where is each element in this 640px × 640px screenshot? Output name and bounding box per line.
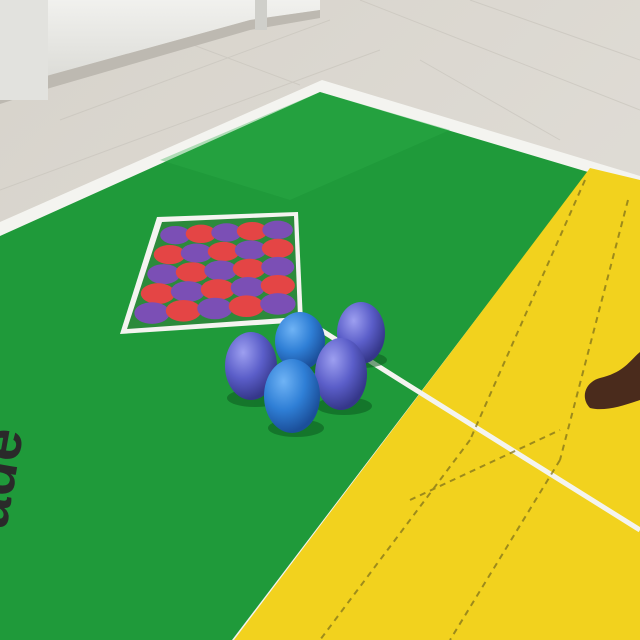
grid-dot xyxy=(204,260,238,281)
scene-svg: ade xyxy=(0,0,640,640)
grid-dot xyxy=(175,262,209,283)
grid-dot xyxy=(261,238,294,258)
grid-dot xyxy=(140,283,175,304)
photo-scene: ade xyxy=(0,0,640,640)
wall-pillar xyxy=(0,0,48,100)
grid-dot xyxy=(260,275,295,296)
grid-dot xyxy=(207,241,240,262)
grid-dot xyxy=(153,245,186,265)
grid-dot xyxy=(134,302,170,324)
ball-purple-right xyxy=(315,338,367,410)
grid-dot xyxy=(262,220,293,240)
grid-dot xyxy=(230,277,265,298)
grid-dot xyxy=(260,293,296,315)
grid-dot xyxy=(261,256,295,277)
grid-dot xyxy=(234,240,267,260)
grid-dot xyxy=(200,279,235,300)
grid-dot xyxy=(232,258,266,279)
wall-pillar-2 xyxy=(255,0,267,30)
grid-dot xyxy=(165,299,202,322)
grid-dot xyxy=(228,295,265,318)
ball-blue-front xyxy=(264,359,320,433)
grid-dot xyxy=(197,297,233,320)
grid-dot xyxy=(170,281,205,302)
grid-dot xyxy=(180,243,213,263)
grid-dot xyxy=(147,264,181,285)
